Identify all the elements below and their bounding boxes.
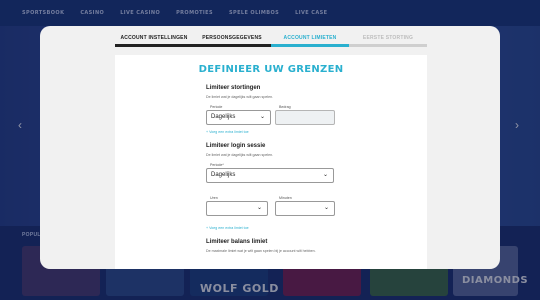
minutes-select[interactable]: ⌄ <box>275 201 335 216</box>
add-login-limit-link[interactable]: + Voeg een extra limiet toe <box>206 226 249 230</box>
balance-limit-title: Limiteer balans limiet <box>206 239 268 245</box>
deposit-period-select[interactable]: Dagelijks ⌄ <box>206 110 271 125</box>
hours-label: Uren <box>210 196 218 200</box>
step-bar <box>271 44 349 47</box>
step-first-deposit: EERSTE STORTING <box>349 34 427 47</box>
deposit-limit-title: Limiteer stortingen <box>206 85 261 91</box>
step-bar <box>115 44 193 47</box>
step-account-limits: ACCOUNT LIMIETEN <box>271 34 349 47</box>
chevron-down-icon: ⌄ <box>322 172 328 178</box>
page-title: DEFINIEER UW GRENZEN <box>198 64 344 75</box>
login-period-label: Periode* <box>210 163 224 167</box>
login-period-value: Dagelijks <box>211 172 236 178</box>
deposit-amount-label: Bedrag <box>279 105 291 109</box>
chevron-down-icon: ⌄ <box>256 205 262 211</box>
login-limit-description: De limiet wat je dagelijks wilt gaan spe… <box>206 153 274 157</box>
step-bar <box>349 44 427 47</box>
minutes-label: Minuten <box>279 196 292 200</box>
deposit-amount-input[interactable] <box>275 110 335 125</box>
chevron-down-icon: ⌄ <box>323 205 329 211</box>
chevron-down-icon: ⌄ <box>259 114 265 120</box>
progress-steps: ACCOUNT INSTELLINGEN PERSOONSGEGEVENS AC… <box>115 34 427 47</box>
login-limit-title: Limiteer login sessie <box>206 143 266 149</box>
step-label: ACCOUNT INSTELLINGEN <box>120 35 188 41</box>
balance-limit-description: De maximale limiet wat je wilt gaan spel… <box>206 249 316 253</box>
limits-modal: ACCOUNT INSTELLINGEN PERSOONSGEGEVENS AC… <box>40 26 500 269</box>
step-bar <box>193 44 271 47</box>
deposit-limit-description: De limiet wat je dagelijks wilt gaan spe… <box>206 95 274 99</box>
login-period-select[interactable]: Dagelijks ⌄ <box>206 168 334 183</box>
add-deposit-limit-link[interactable]: + Voeg een extra limiet toe <box>206 130 249 134</box>
step-label: EERSTE STORTING <box>362 35 414 41</box>
deposit-period-label: Periode <box>210 105 223 109</box>
form-panel: DEFINIEER UW GRENZEN Limiteer stortingen… <box>115 55 427 269</box>
step-label: ACCOUNT LIMIETEN <box>283 35 337 41</box>
hours-select[interactable]: ⌄ <box>206 201 268 216</box>
deposit-period-value: Dagelijks <box>211 114 236 120</box>
step-account-settings: ACCOUNT INSTELLINGEN <box>115 34 193 47</box>
step-personal-data: PERSOONSGEGEVENS <box>193 34 271 47</box>
step-label: PERSOONSGEGEVENS <box>202 35 262 41</box>
